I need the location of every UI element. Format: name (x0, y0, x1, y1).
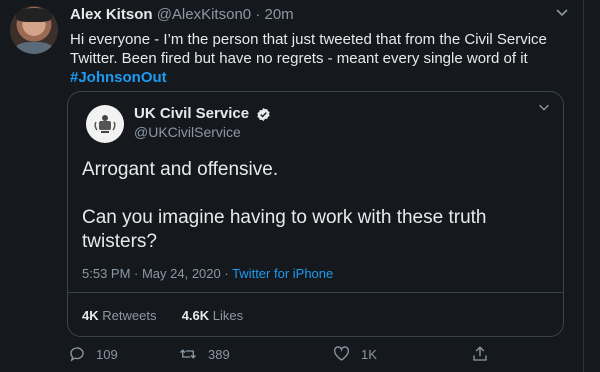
divider (68, 292, 563, 293)
tweet-text-line: Hi everyone - I’m the person that just t… (70, 31, 547, 48)
quoted-author-name[interactable]: UK Civil Service (134, 105, 271, 122)
retweets-count: 4K (82, 308, 99, 323)
retweet-count: 389 (208, 346, 230, 362)
tweet: Alex Kitson @AlexKitson0 · 20m Hi everyo… (0, 0, 600, 372)
like-button[interactable]: 1K (332, 345, 377, 363)
likes-label: Likes (212, 308, 244, 323)
share-icon (473, 346, 487, 361)
retweets-label: Retweets (102, 308, 157, 323)
quoted-tweet[interactable]: UK Civil Service @UKCivilService Arrogan… (67, 91, 564, 337)
chevron-down-icon[interactable] (554, 4, 570, 20)
likes-stat[interactable]: 4.6K Likes (182, 308, 243, 323)
retweet-button[interactable]: 389 (178, 345, 230, 363)
crest-icon (94, 115, 116, 133)
reply-count: 109 (96, 346, 118, 362)
like-count: 1K (361, 346, 377, 362)
source-label[interactable]: Twitter for iPhone (232, 266, 333, 281)
scrollbar-track[interactable] (583, 0, 584, 372)
like-icon (333, 346, 350, 361)
chevron-down-icon[interactable] (537, 100, 551, 114)
tweet-header: Alex Kitson @AlexKitson0 · 20m (70, 6, 294, 23)
author-handle[interactable]: @AlexKitson0 (157, 6, 251, 23)
quoted-timestamp[interactable]: 5:53 PM · May 24, 2020 · Twitter for iPh… (82, 266, 333, 281)
author-name[interactable]: Alex Kitson (70, 6, 153, 23)
tweet-text-line: Twitter. Been fired but have no regrets … (70, 50, 528, 67)
separator: · (255, 6, 261, 23)
quoted-author-name-text: UK Civil Service (134, 105, 250, 122)
quoted-tweet-text: Arrogant and offensive. Can you imagine … (82, 158, 522, 254)
verified-badge-icon (257, 107, 270, 121)
timestamp-text: 5:53 PM · May 24, 2020 · (82, 266, 229, 281)
avatar[interactable] (10, 6, 58, 54)
reply-icon (70, 347, 84, 362)
tweet-text: Hi everyone - I’m the person that just t… (70, 30, 570, 87)
quoted-text-line: Can you imagine having to work with thes… (82, 207, 487, 228)
retweet-icon (180, 349, 196, 359)
share-button[interactable] (471, 345, 499, 363)
quoted-stats: 4K Retweets 4.6K Likes (82, 308, 243, 323)
retweets-stat[interactable]: 4K Retweets (82, 308, 156, 323)
quoted-author-handle[interactable]: @UKCivilService (134, 124, 241, 140)
hashtag-link[interactable]: #JohnsonOut (70, 68, 570, 87)
reply-button[interactable]: 109 (68, 345, 118, 363)
tweet-time[interactable]: 20m (264, 6, 293, 23)
quoted-text-line: twisters? (82, 231, 157, 252)
action-bar: 109 389 1K (68, 345, 508, 365)
quoted-avatar[interactable] (86, 105, 124, 143)
likes-count: 4.6K (181, 308, 210, 323)
quoted-text-line: Arrogant and offensive. (82, 159, 279, 180)
